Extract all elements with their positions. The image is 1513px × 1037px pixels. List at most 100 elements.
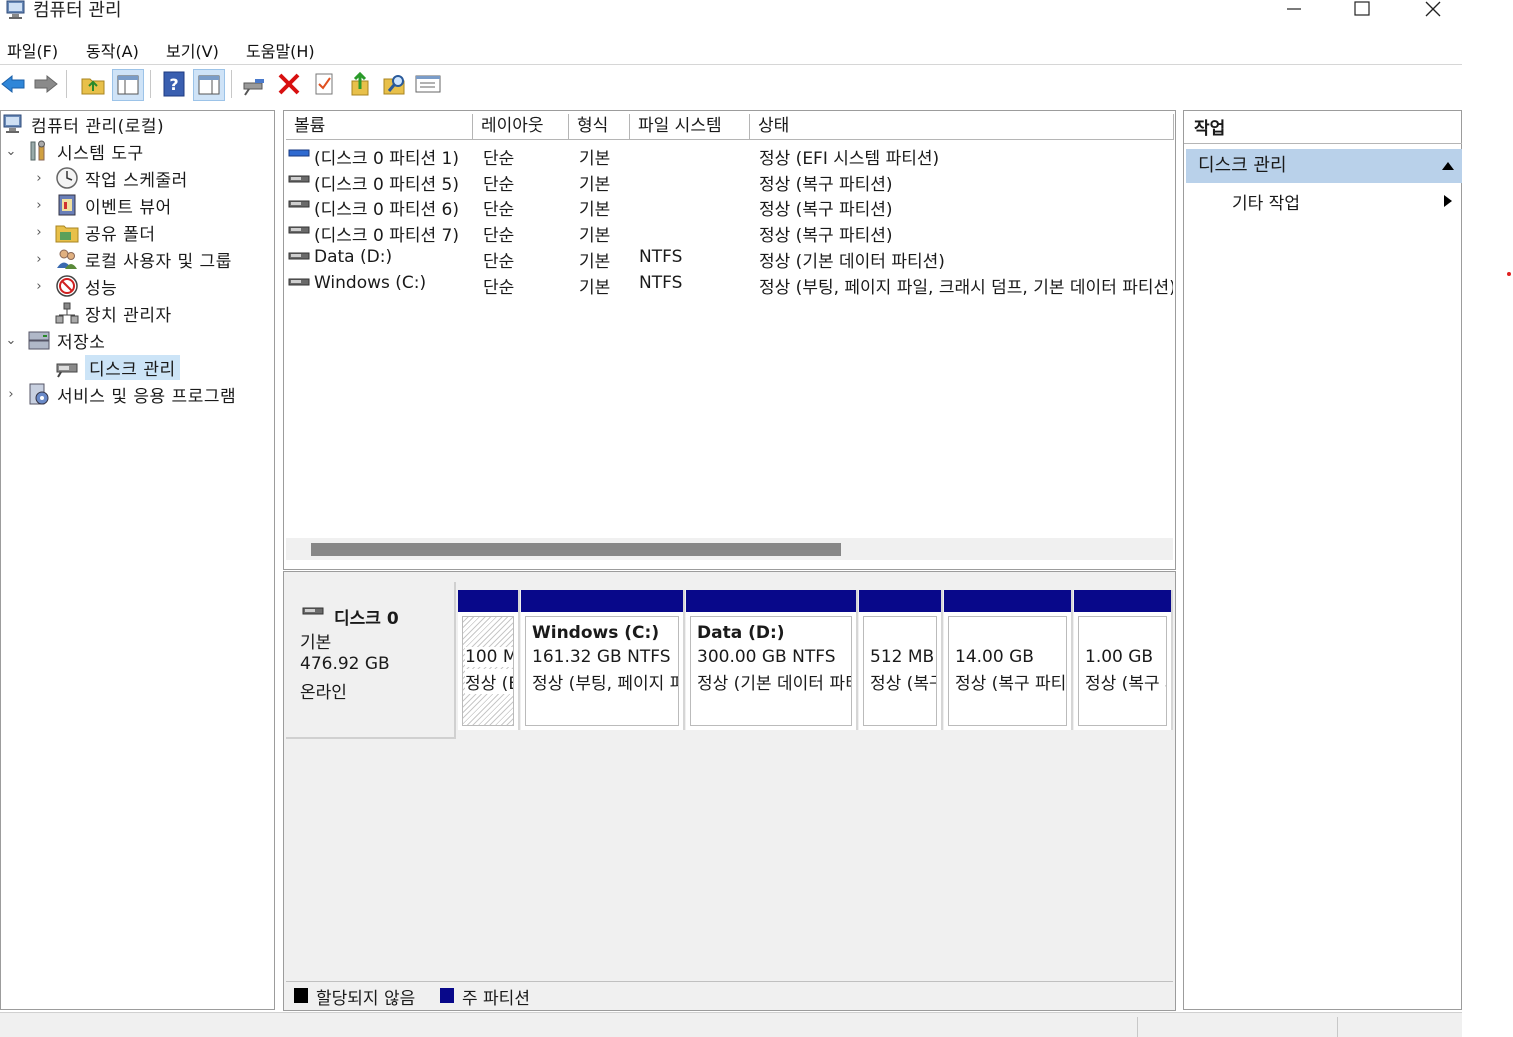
tree-item-storage[interactable]: ⌄ 저장소 xyxy=(3,327,105,353)
partition-recovery-1gb[interactable]: 1.00 GB 정상 (복구 파티션) xyxy=(1074,590,1173,730)
volume-icon xyxy=(288,252,310,260)
help-icon[interactable]: ? xyxy=(161,71,187,97)
volume-name: (디스크 0 파티션 1) xyxy=(314,149,459,169)
chevron-down-icon[interactable]: ⌄ xyxy=(3,333,19,348)
horizontal-scrollbar[interactable] xyxy=(286,538,1173,560)
toolbar-separator xyxy=(231,70,232,98)
volume-row[interactable]: Data (D:) 단순 기본 NTFS 정상 (기본 데이터 파티션) xyxy=(288,245,1168,272)
computer-management-icon xyxy=(6,0,25,19)
partition-color-bar xyxy=(859,590,941,612)
window-title: 컴퓨터 관리 xyxy=(33,0,122,21)
status-bar xyxy=(0,1012,1462,1037)
back-arrow-icon[interactable] xyxy=(0,71,26,97)
collapse-up-icon[interactable] xyxy=(1442,162,1454,170)
disk-info-panel[interactable]: 디스크 0 기본 476.92 GB 온라인 xyxy=(286,582,456,739)
status-separator xyxy=(1337,1017,1338,1037)
chevron-right-icon[interactable]: › xyxy=(31,279,47,294)
rescan-disks-icon[interactable] xyxy=(415,71,441,97)
tree-label: 서비스 및 응용 프로그램 xyxy=(57,386,237,407)
red-dot xyxy=(1507,272,1511,276)
forward-arrow-icon[interactable] xyxy=(33,71,59,97)
volume-rows: (디스크 0 파티션 1) 단순 기본 정상 (EFI 시스템 파티션) (디스크 0 … xyxy=(284,111,1173,531)
chevron-right-icon[interactable]: › xyxy=(31,198,47,213)
partition-status: 정상 (부팅, 페이지 파일, 크래시 덤프, 기본 데이터 파티션) xyxy=(532,674,678,694)
volume-fs: NTFS xyxy=(639,272,683,293)
volume-status: 정상 (부팅, 페이지 파일, 크래시 덤프, 기본 데이터 파티션) xyxy=(759,277,1173,298)
tree-item-device-manager[interactable]: 장치 관리자 xyxy=(47,300,172,326)
menu-action[interactable]: 동작(A) xyxy=(86,38,139,62)
partition-color-bar xyxy=(1074,590,1171,612)
tree-item-local-users[interactable]: › 로컬 사용자 및 그룹 xyxy=(31,246,232,272)
partition-box: 512 MB 정상 (복구 파티션) xyxy=(863,616,937,726)
volume-status: 정상 (복구 파티션) xyxy=(759,226,893,247)
show-hide-action-pane-icon[interactable] xyxy=(193,69,225,101)
volume-status: 정상 (EFI 시스템 파티션) xyxy=(759,149,940,169)
partition-data-d[interactable]: Data (D:) 300.00 GB NTFS 정상 (기본 데이터 파티션) xyxy=(686,590,858,730)
volume-row[interactable]: (디스크 0 파티션 5) 단순 기본 정상 (복구 파티션) xyxy=(288,168,1168,195)
partition-size: 512 MB xyxy=(870,647,935,667)
partition-color-bar xyxy=(458,590,518,612)
up-folder-icon[interactable] xyxy=(80,71,106,97)
tree-item-task-scheduler[interactable]: › 작업 스케줄러 xyxy=(31,165,188,191)
volume-row[interactable]: Windows (C:) 단순 기본 NTFS 정상 (부팅, 페이지 파일, 크래시 … xyxy=(288,271,1173,298)
maximize-button[interactable] xyxy=(1339,0,1385,24)
volume-icon xyxy=(288,226,310,234)
chevron-right-icon[interactable]: › xyxy=(31,225,47,240)
volume-type: 기본 xyxy=(579,200,611,221)
volume-name: Data (D:) xyxy=(314,246,393,267)
submenu-arrow-icon[interactable] xyxy=(1444,195,1452,207)
volume-icon xyxy=(288,278,310,285)
volume-layout: 단순 xyxy=(483,226,515,247)
partition-size: 14.00 GB xyxy=(955,647,1034,667)
partition-title: Data (D:) xyxy=(697,623,785,643)
show-hide-tree-icon[interactable] xyxy=(112,69,144,101)
volume-type: 기본 xyxy=(579,149,611,169)
tree-item-computer-management[interactable]: 컴퓨터 관리(로컬) xyxy=(1,111,164,137)
volume-row[interactable]: (디스크 0 파티션 7) 단순 기본 정상 (복구 파티션) xyxy=(288,219,1168,247)
volume-list: 볼륨 레이아웃 형식 파일 시스템 상태 (디스크 0 파티션 1) 단순 기본 정상… xyxy=(283,110,1176,570)
search-icon[interactable] xyxy=(382,71,408,97)
tree-item-disk-management[interactable]: 디스크 관리 xyxy=(47,354,180,380)
tree-item-performance[interactable]: › 성능 xyxy=(31,273,117,299)
volume-fs: NTFS xyxy=(639,246,683,267)
tree-item-event-viewer[interactable]: › 이벤트 뷰어 xyxy=(31,192,172,218)
menu-help[interactable]: 도움말(H) xyxy=(246,38,315,62)
partition-recovery-512mb[interactable]: 512 MB 정상 (복구 파티션) xyxy=(859,590,943,730)
actions-section-disk-management[interactable]: 디스크 관리 xyxy=(1186,149,1462,183)
close-button[interactable] xyxy=(1410,0,1456,24)
chevron-right-icon[interactable]: › xyxy=(31,171,47,186)
partition-status: 정상 (복구 파티션) xyxy=(955,674,1067,694)
tree-item-system-tools[interactable]: ⌄ 시스템 도구 xyxy=(3,138,144,164)
tree-item-services-apps[interactable]: › 서비스 및 응용 프로그램 xyxy=(3,381,236,407)
partition-efi[interactable]: 100 MB 정상 (EFI 시스템 파티션) xyxy=(458,590,520,730)
services-icon xyxy=(29,383,49,405)
partition-windows-c[interactable]: Windows (C:) 161.32 GB NTFS 정상 (부팅, 페이지 … xyxy=(521,590,685,730)
computer-management-window: 컴퓨터 관리 파일(F) 동작(A) 보기(V) 도움말(H) ? 컴퓨터 관리… xyxy=(0,0,1462,1037)
tree-item-shared-folders[interactable]: › 공유 폴더 xyxy=(31,219,155,245)
properties-icon[interactable] xyxy=(311,71,337,97)
volume-name: (디스크 0 파티션 5) xyxy=(314,174,459,195)
chevron-right-icon[interactable]: › xyxy=(31,252,47,267)
volume-name: Windows (C:) xyxy=(314,272,427,293)
disk-type: 기본 xyxy=(300,633,332,653)
partition-size: 100 MB xyxy=(465,647,513,667)
actions-more-actions[interactable]: 기타 작업 xyxy=(1232,189,1300,214)
connect-drive-icon[interactable] xyxy=(241,71,267,97)
clock-icon xyxy=(56,167,78,189)
chevron-right-icon[interactable]: › xyxy=(3,387,19,402)
volume-status: 정상 (기본 데이터 파티션) xyxy=(759,251,945,272)
partition-recovery-14gb[interactable]: 14.00 GB 정상 (복구 파티션) xyxy=(944,590,1073,730)
chevron-down-icon[interactable]: ⌄ xyxy=(3,144,19,159)
export-icon[interactable] xyxy=(347,71,373,97)
volume-icon xyxy=(288,175,310,183)
minimize-button[interactable] xyxy=(1271,0,1317,24)
menu-view[interactable]: 보기(V) xyxy=(166,38,219,62)
volume-type: 기본 xyxy=(579,251,611,272)
volume-row[interactable]: (디스크 0 파티션 6) 단순 기본 정상 (복구 파티션) xyxy=(288,193,1168,221)
legend-swatch-unallocated xyxy=(294,988,308,1003)
volume-row[interactable]: (디스크 0 파티션 1) 단순 기본 정상 (EFI 시스템 파티션) xyxy=(288,142,1168,169)
scrollbar-thumb[interactable] xyxy=(311,543,841,556)
menu-file[interactable]: 파일(F) xyxy=(7,38,58,62)
delete-icon[interactable] xyxy=(276,71,302,97)
partition-box: 14.00 GB 정상 (복구 파티션) xyxy=(948,616,1067,726)
